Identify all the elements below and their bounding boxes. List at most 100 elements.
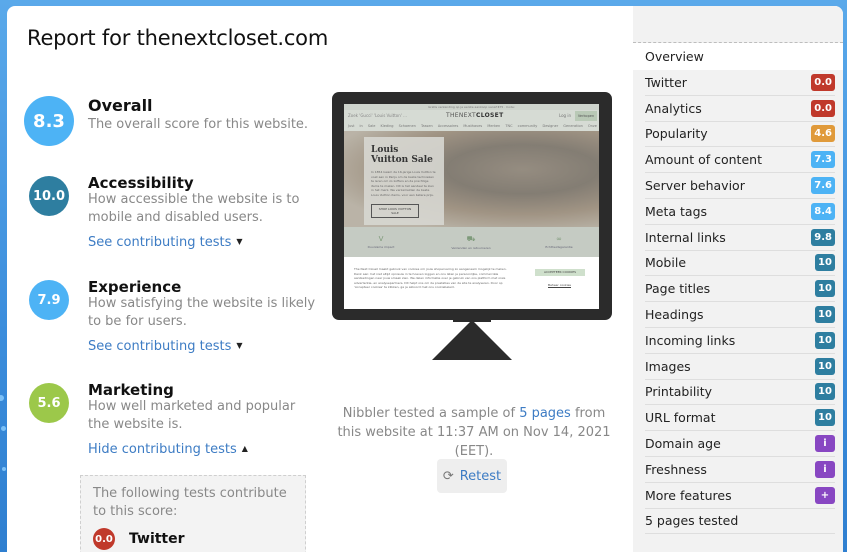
sidebar-item-label: Images <box>645 358 691 374</box>
score-name: Marketing <box>88 381 174 399</box>
preview-manage-cookies: Beheer cookies <box>548 283 571 287</box>
score-badge: i <box>815 460 835 478</box>
sidebar-item-label: Internal links <box>645 229 726 245</box>
sidebar-item-url-format[interactable]: URL format 10 <box>645 405 835 432</box>
toggle-label: See contributing tests <box>88 235 232 250</box>
preview-feature: ∞ Echtheidsgarantie <box>534 235 584 249</box>
preview-feature: V Duurzame impact <box>356 235 406 249</box>
tested-summary: Nibbler tested a sample of 5 pages from … <box>329 404 619 461</box>
preview-login: Log in <box>558 113 571 118</box>
sidebar-item-incoming-links[interactable]: Incoming links 10 <box>645 328 835 354</box>
sidebar-item-label: Server behavior <box>645 178 745 194</box>
background-decoration <box>2 467 6 471</box>
leaf-icon: V <box>378 235 384 243</box>
caret-down-icon: ▼ <box>236 237 243 246</box>
sidebar-item-5-pages-tested[interactable]: 5 pages tested <box>645 509 835 535</box>
pages-link[interactable]: 5 pages <box>519 406 571 421</box>
contributing-intro: The following tests contribute to this s… <box>93 486 287 519</box>
sidebar-item-label: Domain age <box>645 436 721 452</box>
sidebar-item-images[interactable]: Images 10 <box>645 354 835 380</box>
preview-promo-title: Louis Vuitton Sale <box>371 145 433 165</box>
score-name: Overall <box>88 96 153 115</box>
contributing-test-row[interactable]: 0.0 Twitter <box>93 528 185 550</box>
preview-hero-image: Louis Vuitton Sale In 1854 kwam de 16-ja… <box>344 131 599 227</box>
monitor-stand <box>432 320 512 360</box>
sidebar-item-label: Amount of content <box>645 152 762 168</box>
score-badge: 7.3 <box>811 151 835 169</box>
sidebar-item-label: Meta tags <box>645 203 708 219</box>
score-badge: 7.9 <box>29 280 69 320</box>
website-screenshot: Gratis verzending op je eerste aankoop v… <box>344 104 599 309</box>
sidebar-list: Twitter 0.0 Analytics 0.0 Popularity 4.6 Amoun… <box>633 70 843 535</box>
preview-promo: Louis Vuitton Sale In 1854 kwam de 16-ja… <box>364 137 444 225</box>
sidebar-item-overview[interactable]: Overview <box>633 43 843 70</box>
toggle-label: Hide contributing tests <box>88 442 237 457</box>
sidebar-item-internal-links[interactable]: Internal links 9.8 <box>645 225 835 251</box>
sidebar-item-label: URL format <box>645 410 716 426</box>
sidebar: Overview Twitter 0.0 Analytics 0.0 Popularit… <box>633 6 843 552</box>
page-title: Report for thenextcloset.com <box>27 26 329 50</box>
sidebar-header <box>633 6 843 43</box>
score-badge: + <box>815 486 835 504</box>
score-badge: 10 <box>815 254 835 272</box>
score-badge: 0.0 <box>811 73 835 91</box>
caret-up-icon: ▲ <box>241 444 248 453</box>
preview-nav: Just in Sale Kleding Schoenen Tassen Acc… <box>344 122 599 131</box>
score-name: Experience <box>88 278 182 296</box>
test-score-badge: 0.0 <box>93 528 115 550</box>
sidebar-item-label: Headings <box>645 307 704 323</box>
sidebar-item-mobile[interactable]: Mobile 10 <box>645 251 835 277</box>
score-badge: 10 <box>815 409 835 427</box>
preview-feature: ⛟ Verzenden en retourneren <box>446 235 496 250</box>
sidebar-item-label: 5 pages tested <box>645 513 739 529</box>
sidebar-item-analytics[interactable]: Analytics 0.0 <box>645 96 835 122</box>
toggle-label: See contributing tests <box>88 339 232 354</box>
refresh-icon: ⟳ <box>442 468 454 484</box>
truck-icon: ⛟ <box>466 235 476 243</box>
score-badge: 8.3 <box>24 96 74 146</box>
score-description: How accessible the website is to mobile … <box>88 192 300 225</box>
score-badge: 7.6 <box>811 177 835 195</box>
preview-header: Zoek 'Gucci' 'Louis Vuitton' ... THENEXT… <box>344 110 599 122</box>
sidebar-item-popularity[interactable]: Popularity 4.6 <box>645 122 835 148</box>
sidebar-item-label: Popularity <box>645 126 708 142</box>
preview-sell-button: Verkopen <box>575 111 597 121</box>
logo-bold: CLOSET <box>476 112 504 119</box>
feature-label: Verzenden en retourneren <box>451 246 491 250</box>
sidebar-item-page-titles[interactable]: Page titles 10 <box>645 276 835 303</box>
see-contributing-tests-link[interactable]: See contributing tests ▼ <box>88 339 243 354</box>
score-badge: 5.6 <box>29 383 69 423</box>
test-name: Twitter <box>129 531 185 547</box>
sidebar-item-headings[interactable]: Headings 10 <box>645 302 835 328</box>
score-badge: 8.4 <box>811 202 835 220</box>
sidebar-item-freshness[interactable]: Freshness i <box>645 457 835 483</box>
score-badge: 10 <box>815 383 835 401</box>
score-name: Accessibility <box>88 174 194 192</box>
report-main: Report for thenextcloset.com 8.3 Overall… <box>7 6 633 552</box>
sidebar-item-meta-tags[interactable]: Meta tags 8.4 <box>645 199 835 225</box>
logo-light: THENEXT <box>446 112 477 119</box>
score-badge: 10 <box>815 331 835 349</box>
score-badge: 10.0 <box>29 176 69 216</box>
preview-features: V Duurzame impact ⛟ Verzenden en retourner… <box>344 227 599 257</box>
sidebar-item-printability[interactable]: Printability 10 <box>645 380 835 406</box>
sidebar-item-label: More features <box>645 487 732 503</box>
sidebar-item-more-features[interactable]: More features + <box>645 483 835 509</box>
sidebar-item-amount-of-content[interactable]: Amount of content 7.3 <box>645 147 835 174</box>
sidebar-item-label: Printability <box>645 384 713 400</box>
score-badge: 10 <box>815 306 835 324</box>
score-badge: 10 <box>815 280 835 298</box>
retest-label: Retest <box>459 468 502 484</box>
background-decoration <box>1 426 6 431</box>
monitor-frame: Gratis verzending op je eerste aankoop v… <box>332 92 612 320</box>
sidebar-item-domain-age[interactable]: Domain age i <box>645 431 835 457</box>
sidebar-item-server-behavior[interactable]: Server behavior 7.6 <box>645 173 835 199</box>
hide-contributing-tests-link[interactable]: Hide contributing tests ▲ <box>88 442 248 457</box>
sidebar-item-label: Page titles <box>645 281 711 297</box>
preview-logo: THENEXTCLOSET <box>446 112 503 119</box>
score-badge: 4.6 <box>811 125 835 143</box>
retest-button[interactable]: ⟳ Retest <box>437 459 507 493</box>
score-badge: 10 <box>815 357 835 375</box>
see-contributing-tests-link[interactable]: See contributing tests ▼ <box>88 235 243 250</box>
sidebar-item-twitter[interactable]: Twitter 0.0 <box>645 70 835 96</box>
